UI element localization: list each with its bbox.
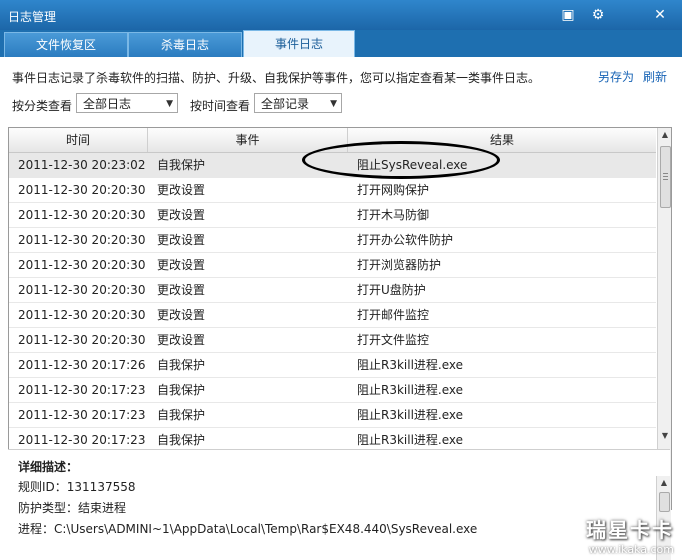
refresh-link[interactable]: 刷新: [643, 68, 667, 85]
detail-panel: 详细描述： 规则ID：131137558 防护类型：结束进程 进程：C:\Use…: [8, 449, 671, 560]
table-row[interactable]: 2011-12-30 20:20:30 更改设置 打开邮件监控: [9, 303, 656, 328]
table-header: 时间 事件 结果: [9, 128, 656, 153]
cell-event: 自我保护: [157, 408, 206, 422]
window-title: 日志管理: [8, 10, 57, 24]
cell-time: 2011-12-30 20:17:26: [18, 358, 146, 372]
cell-time: 2011-12-30 20:17:23: [18, 383, 146, 397]
cell-event: 更改设置: [157, 183, 206, 197]
tab-file-recovery[interactable]: 文件恢复区: [4, 32, 128, 57]
table-row[interactable]: 2011-12-30 20:20:30 更改设置 打开木马防御: [9, 203, 656, 228]
cell-result: 阻止R3kill进程.exe: [357, 408, 464, 422]
log-manager-window: 日志管理 ▣ ⚙ ✕ 文件恢复区 杀毒日志 事件日志 事件日志记录了杀毒软件的扫…: [0, 0, 682, 560]
cell-result: 打开浏览器防护: [357, 258, 442, 272]
cell-result: 阻止SysReveal.exe: [357, 158, 468, 172]
cell-time: 2011-12-30 20:20:30: [18, 233, 146, 247]
watermark-url: www.ikaka.com: [588, 543, 674, 556]
cell-event: 自我保护: [157, 158, 206, 172]
table-row[interactable]: 2011-12-30 20:23:02 自我保护 阻止SysReveal.exe: [9, 153, 656, 178]
cell-result: 阻止R3kill进程.exe: [357, 383, 464, 397]
scroll-up-icon[interactable]: ▲: [658, 128, 671, 142]
title-bar: 日志管理 ▣ ⚙ ✕: [0, 0, 682, 30]
cell-event: 更改设置: [157, 258, 206, 272]
cell-time: 2011-12-30 20:20:30: [18, 333, 146, 347]
column-header-time[interactable]: 时间: [9, 128, 148, 152]
detail-title: 详细描述：: [18, 460, 79, 474]
scroll-down-icon[interactable]: ▼: [658, 429, 671, 443]
panel-description: 事件日志记录了杀毒软件的扫描、防护、升级、自我保护等事件，您可以指定查看某一类事…: [12, 71, 541, 85]
save-as-link[interactable]: 另存为: [598, 68, 634, 85]
cell-result: 阻止R3kill进程.exe: [357, 358, 464, 372]
tab-virus-log[interactable]: 杀毒日志: [128, 32, 242, 57]
cell-result: 打开邮件监控: [357, 308, 430, 322]
cell-event: 更改设置: [157, 308, 206, 322]
scroll-thumb[interactable]: [660, 146, 671, 208]
cell-time: 2011-12-30 20:20:30: [18, 308, 146, 322]
time-select[interactable]: 全部记录 ▼: [254, 93, 342, 113]
category-select-value: 全部日志: [83, 97, 132, 111]
time-select-value: 全部记录: [261, 97, 310, 111]
cell-result: 打开网购保护: [357, 183, 430, 197]
chevron-down-icon: ▼: [330, 99, 337, 109]
cell-result: 打开文件监控: [357, 333, 430, 347]
detail-process: 进程：C:\Users\ADMINI~1\AppData\Local\Temp\…: [18, 522, 478, 536]
table-row[interactable]: 2011-12-30 20:20:30 更改设置 打开U盘防护: [9, 278, 656, 303]
tab-event-log[interactable]: 事件日志: [243, 30, 355, 58]
cell-result: 打开办公软件防护: [357, 233, 454, 247]
table-row[interactable]: 2011-12-30 20:20:30 更改设置 打开浏览器防护: [9, 253, 656, 278]
detail-scroll-thumb[interactable]: [659, 492, 670, 512]
table-row[interactable]: 2011-12-30 20:17:23 自我保护 阻止R3kill进程.exe: [9, 378, 656, 403]
cell-result: 打开U盘防护: [357, 283, 426, 297]
time-filter-label: 按时间查看: [190, 99, 251, 113]
table-row[interactable]: 2011-12-30 20:17:26 自我保护 阻止R3kill进程.exe: [9, 353, 656, 378]
table-row[interactable]: 2011-12-30 20:17:23 自我保护 阻止R3kill进程.exe: [9, 403, 656, 428]
cell-event: 更改设置: [157, 333, 206, 347]
cell-result: 打开木马防御: [357, 208, 430, 222]
tab-bar: 文件恢复区 杀毒日志 事件日志: [0, 30, 682, 58]
table-row[interactable]: 2011-12-30 20:20:30 更改设置 打开办公软件防护: [9, 228, 656, 253]
close-icon[interactable]: ✕: [650, 6, 670, 24]
scroll-up-icon[interactable]: ▲: [657, 476, 671, 490]
column-header-event[interactable]: 事件: [148, 128, 348, 152]
cell-time: 2011-12-30 20:20:30: [18, 283, 146, 297]
cell-time: 2011-12-30 20:20:30: [18, 183, 146, 197]
category-filter-label: 按分类查看: [12, 99, 73, 113]
watermark: 瑞星卡卡 www.ikaka.com: [586, 514, 674, 556]
detail-protect-type: 防护类型：结束进程: [18, 501, 127, 515]
cell-event: 更改设置: [157, 233, 206, 247]
table-row[interactable]: 2011-12-30 20:20:30 更改设置 打开网购保护: [9, 178, 656, 203]
column-header-result[interactable]: 结果: [348, 128, 656, 152]
cell-time: 2011-12-30 20:17:23: [18, 408, 146, 422]
cell-event: 自我保护: [157, 358, 206, 372]
cell-event: 更改设置: [157, 208, 206, 222]
table-row[interactable]: 2011-12-30 20:20:30 更改设置 打开文件监控: [9, 328, 656, 353]
category-select[interactable]: 全部日志 ▼: [76, 93, 178, 113]
cell-time: 2011-12-30 20:23:02: [18, 158, 146, 172]
menu-icon[interactable]: ▣: [558, 6, 578, 24]
cell-time: 2011-12-30 20:20:30: [18, 208, 146, 222]
cell-time: 2011-12-30 20:20:30: [18, 258, 146, 272]
chevron-down-icon: ▼: [166, 99, 173, 109]
cell-event: 更改设置: [157, 283, 206, 297]
cell-event: 自我保护: [157, 383, 206, 397]
settings-icon[interactable]: ⚙: [588, 6, 608, 24]
watermark-brand: 瑞星卡卡: [586, 518, 674, 542]
detail-rule-id: 规则ID：131137558: [18, 480, 136, 494]
